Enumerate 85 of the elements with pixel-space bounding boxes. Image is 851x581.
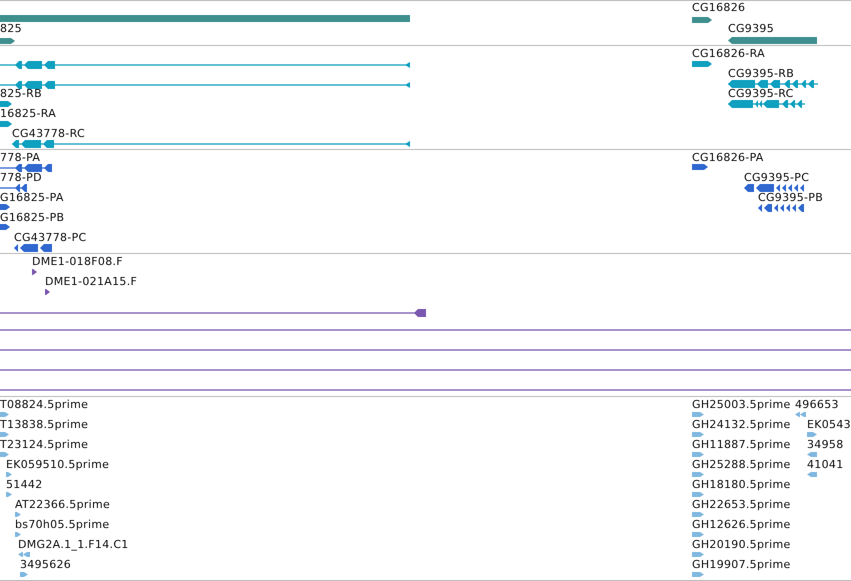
feature-label: CG43778-RC [12, 128, 85, 140]
feature-label: GH19907.5prime [692, 559, 791, 571]
feature-label: CG9395 [728, 23, 774, 35]
est-glyph[interactable] [692, 432, 704, 437]
feature-label: DME1-021A15.F [45, 276, 138, 288]
transcript-glyph[interactable] [0, 61, 410, 69]
feature-label: GH25003.5prime [692, 399, 791, 411]
feature-label: 34958 [807, 439, 844, 451]
est-glyph[interactable] [692, 492, 704, 497]
est-glyph[interactable] [692, 572, 704, 577]
feature-label: 825 [0, 23, 22, 35]
coding-region-glyph[interactable] [0, 224, 10, 230]
coding-region-glyph[interactable] [14, 244, 52, 252]
feature-label: GH20190.5prime [692, 539, 791, 551]
est-glyph[interactable] [807, 472, 817, 477]
feature-label: CG16826-RA [692, 48, 765, 60]
feature-label: 778-PA [0, 152, 40, 164]
feature-label: 825-RB [0, 88, 42, 100]
est-glyph[interactable] [6, 472, 12, 477]
feature-label: 496653 [795, 399, 839, 411]
transcript-glyph[interactable] [692, 61, 712, 67]
feature-label: T13838.5prime [0, 419, 88, 431]
feature-label: GH25288.5prime [692, 459, 791, 471]
feature-label: EK0543 [807, 419, 851, 431]
coding-region-glyph[interactable] [758, 204, 804, 212]
est-glyph[interactable] [15, 532, 21, 537]
feature-label: T08824.5prime [0, 399, 88, 411]
est-glyph[interactable] [6, 492, 12, 497]
match-glyph[interactable] [45, 289, 50, 295]
feature-label: CG9395-RC [728, 88, 794, 100]
feature-label: CG9395-PC [744, 172, 810, 184]
transcript-glyph[interactable] [0, 101, 12, 107]
feature-label: DME1-018F08.F [32, 256, 123, 268]
feature-label: 3495626 [20, 559, 72, 571]
est-glyph[interactable] [692, 412, 704, 417]
est-glyph[interactable] [20, 572, 28, 577]
feature-label: CG16826-PA [692, 152, 764, 164]
transcript-glyph[interactable] [12, 140, 410, 148]
est-glyph[interactable] [692, 532, 704, 537]
feature-label: 41041 [807, 459, 844, 471]
feature-label: G16825-PA [0, 192, 64, 204]
match-glyph[interactable] [32, 269, 37, 275]
est-glyph[interactable] [18, 552, 30, 557]
transcript-glyph[interactable] [0, 121, 12, 127]
feature-label: GH18180.5prime [692, 479, 791, 491]
feature-label: G16825-PB [0, 212, 64, 224]
est-glyph[interactable] [807, 432, 817, 437]
feature-label: EK059510.5prime [6, 459, 110, 471]
est-glyph[interactable] [15, 512, 21, 517]
coding-region-glyph[interactable] [0, 164, 52, 172]
feature-label: GH24132.5prime [692, 419, 791, 431]
feature-label: CG43778-PC [14, 232, 86, 244]
feature-label: CG16826 [692, 2, 746, 14]
transcript-glyph[interactable] [728, 80, 818, 88]
feature-label: bs70h05.5prime [15, 519, 110, 531]
est-glyph[interactable] [0, 452, 9, 457]
coding-region-glyph[interactable] [0, 184, 27, 192]
gene-glyph[interactable] [0, 38, 15, 44]
gene-glyph[interactable] [692, 17, 712, 23]
feature-label: GH12626.5prime [692, 519, 791, 531]
coding-region-glyph[interactable] [744, 184, 804, 192]
est-glyph[interactable] [692, 472, 704, 477]
feature-label: DMG2A.1_1.F14.C1 [18, 539, 129, 551]
feature-label: CG9395-RB [728, 68, 794, 80]
est-glyph[interactable] [0, 432, 9, 437]
est-glyph[interactable] [795, 412, 806, 417]
transcript-glyph[interactable] [0, 81, 410, 89]
match-glyph[interactable] [0, 309, 426, 317]
feature-label: GH11887.5prime [692, 439, 791, 451]
transcript-glyph[interactable] [728, 100, 805, 108]
gene-glyph[interactable] [728, 37, 817, 44]
feature-label: 16825-RA [0, 108, 56, 120]
feature-label: 51442 [6, 479, 42, 491]
feature-label: T23124.5prime [0, 439, 88, 451]
coding-region-glyph[interactable] [0, 204, 10, 210]
est-glyph[interactable] [807, 452, 817, 457]
feature-label: CG9395-PB [758, 192, 824, 204]
est-glyph[interactable] [692, 512, 704, 517]
coding-region-glyph[interactable] [692, 164, 708, 170]
est-glyph[interactable] [692, 552, 704, 557]
est-glyph[interactable] [0, 412, 9, 417]
feature-label: 778-PD [0, 172, 42, 184]
feature-label: GH22653.5prime [692, 499, 791, 511]
feature-label: AT22366.5prime [15, 499, 110, 511]
est-glyph[interactable] [692, 452, 704, 457]
